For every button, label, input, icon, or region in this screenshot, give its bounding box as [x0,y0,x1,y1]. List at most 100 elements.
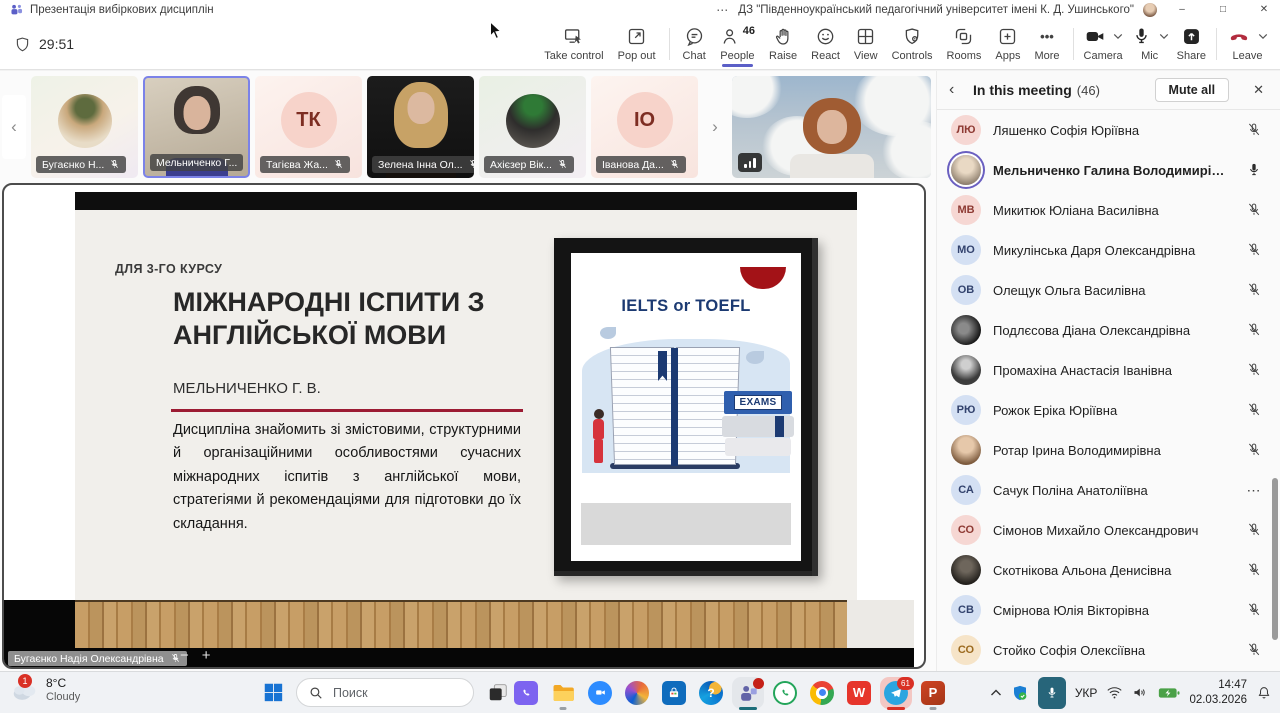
participant-row[interactable]: Скотнікова Альона Денисівна [937,550,1280,590]
telegram-app-icon[interactable]: 61 [884,681,908,705]
notification-bell-icon[interactable] [1256,685,1272,701]
search-input[interactable] [331,685,445,701]
video-tile[interactable]: ТК Тагієва Жа... [255,76,362,178]
camera-icon [1084,26,1106,47]
user-avatar[interactable] [1143,3,1157,17]
windows-taskbar: 1 8°C Cloudy [0,671,1280,713]
mic-off-icon[interactable] [1244,402,1264,418]
tray-overflow-chevron-icon[interactable] [990,689,1002,697]
view-label: View [854,50,878,62]
participant-row[interactable]: СО Сімонов Михайло Олександрович [937,510,1280,550]
file-explorer-app-icon[interactable] [551,681,575,705]
view-button[interactable]: View [847,23,885,65]
participant-row[interactable]: СО Стойко Софія Олексіївна [937,630,1280,670]
apps-button[interactable]: Apps [988,23,1027,65]
maximize-button[interactable]: □ [1207,0,1239,19]
clock-widget[interactable]: 14:47 02.03.2026 [1189,678,1247,708]
participant-row[interactable]: РЮ Рожок Еріка Юріївна [937,390,1280,430]
mic-off-icon[interactable] [1244,242,1264,258]
mic-off-icon[interactable] [1244,322,1264,338]
battery-charging-icon[interactable] [1158,686,1180,700]
participant-row[interactable]: СА Сачук Поліна Анатоліївна ⋯ [937,470,1280,510]
shared-screen-stage[interactable]: ДЛЯ 3-ГО КУРСУ МІЖНАРОДНІ ІСПИТИ З АНГЛІ… [2,183,926,669]
scrollbar-thumb[interactable] [1272,478,1278,640]
mic-off-icon[interactable] [1244,522,1264,538]
video-tile-active-speaker[interactable]: Мельниченко Г... [143,76,250,178]
minimize-button[interactable]: – [1166,0,1198,19]
participant-row[interactable]: СВ Смірнова Юлія Вікторівна [937,590,1280,630]
titlebar-overflow-menu[interactable]: ⋯ [716,3,729,17]
participant-row[interactable]: Мельниченко Галина Володимирівна [937,150,1280,190]
task-view-button[interactable] [487,681,509,703]
pop-out-button[interactable]: Pop out [611,23,663,65]
presenter-camera-tile[interactable] [732,76,931,178]
volume-icon[interactable] [1132,685,1149,700]
mic-off-icon[interactable] [1244,282,1264,298]
camera-chevron-icon[interactable] [1113,33,1123,40]
participant-row[interactable]: Подлєсова Діана Олександрівна [937,310,1280,350]
more-button[interactable]: ••• More [1027,23,1066,65]
controls-button[interactable]: Controls [885,23,940,65]
chat-button[interactable]: Chat [676,23,713,65]
back-chevron-icon[interactable]: ‹ [949,81,963,99]
zoom-app-icon[interactable] [588,681,612,705]
more-label: More [1034,50,1059,62]
mic-on-icon[interactable] [1244,162,1264,178]
react-button[interactable]: React [804,23,847,65]
w-red-app-icon[interactable]: W [847,681,871,705]
mic-off-icon[interactable] [1244,202,1264,218]
language-indicator[interactable]: УКР [1075,686,1098,700]
participant-row[interactable]: МВ Микитюк Юліана Василівна [937,190,1280,230]
illustration-person [594,409,604,419]
microsoft-store-app-icon[interactable] [662,681,686,705]
close-panel-icon[interactable]: ✕ [1249,80,1268,100]
wifi-icon[interactable] [1106,685,1123,700]
participant-row[interactable]: Ротар Ірина Володимирівна [937,430,1280,470]
tray-mic-in-use-button[interactable] [1038,677,1066,709]
start-button[interactable] [262,681,284,703]
chrome-app-icon[interactable] [810,681,834,705]
filmstrip-next-button[interactable]: › [703,95,727,159]
whatsapp-app-icon[interactable] [773,681,797,705]
weather-widget[interactable]: 1 8°C Cloudy [10,676,80,705]
camera-button[interactable]: Camera [1080,23,1127,65]
mute-all-button[interactable]: Mute all [1155,78,1230,102]
mic-off-icon[interactable] [1244,362,1264,378]
mic-button[interactable]: Mic [1127,23,1173,65]
take-control-button[interactable]: Take control [537,23,610,65]
taskbar-search[interactable] [296,678,474,707]
zoom-out-button[interactable]: − [180,647,189,664]
people-button[interactable]: 46 People [713,23,762,65]
close-button[interactable]: ✕ [1248,0,1280,19]
leave-chevron-icon[interactable] [1258,33,1268,40]
teams-app-icon[interactable] [736,681,760,705]
video-tile[interactable]: Ахієзер Вік... [479,76,586,178]
mic-off-icon[interactable] [1244,642,1264,658]
participant-row[interactable]: ЛЮ Ляшенко Софія Юріївна [937,110,1280,150]
copilot-app-icon[interactable] [625,681,649,705]
react-smiley-icon [815,26,836,47]
get-help-app-icon[interactable]: ? [699,681,723,705]
participant-row[interactable]: Промахіна Анастасія Іванівна [937,350,1280,390]
viber-app-icon[interactable] [514,681,538,705]
video-tile[interactable]: ІО Іванова Да... [591,76,698,178]
video-tile[interactable]: Зелена Інна Ол... [367,76,474,178]
apps-plus-icon [997,26,1018,47]
windows-security-icon[interactable] [1011,684,1029,702]
mic-off-icon[interactable] [1244,442,1264,458]
video-tile[interactable]: Бугаєнко Н... [31,76,138,178]
mic-off-icon[interactable] [1244,602,1264,618]
zoom-in-button[interactable]: + [202,647,211,664]
powerpoint-app-icon[interactable]: P [921,681,945,705]
filmstrip-prev-button[interactable]: ‹ [2,95,26,159]
leave-button[interactable]: Leave [1223,23,1272,65]
participant-row[interactable]: ОВ Олещук Ольга Василівна [937,270,1280,310]
rooms-button[interactable]: Rooms [940,23,989,65]
mic-off-icon[interactable] [1244,122,1264,138]
mic-off-icon[interactable] [1244,562,1264,578]
mic-chevron-icon[interactable] [1159,33,1169,40]
raise-hand-button[interactable]: Raise [762,23,804,65]
share-button[interactable]: Share [1173,23,1210,65]
participant-row[interactable]: МО Микулінська Даря Олександрівна [937,230,1280,270]
row-more-menu[interactable]: ⋯ [1244,482,1264,499]
